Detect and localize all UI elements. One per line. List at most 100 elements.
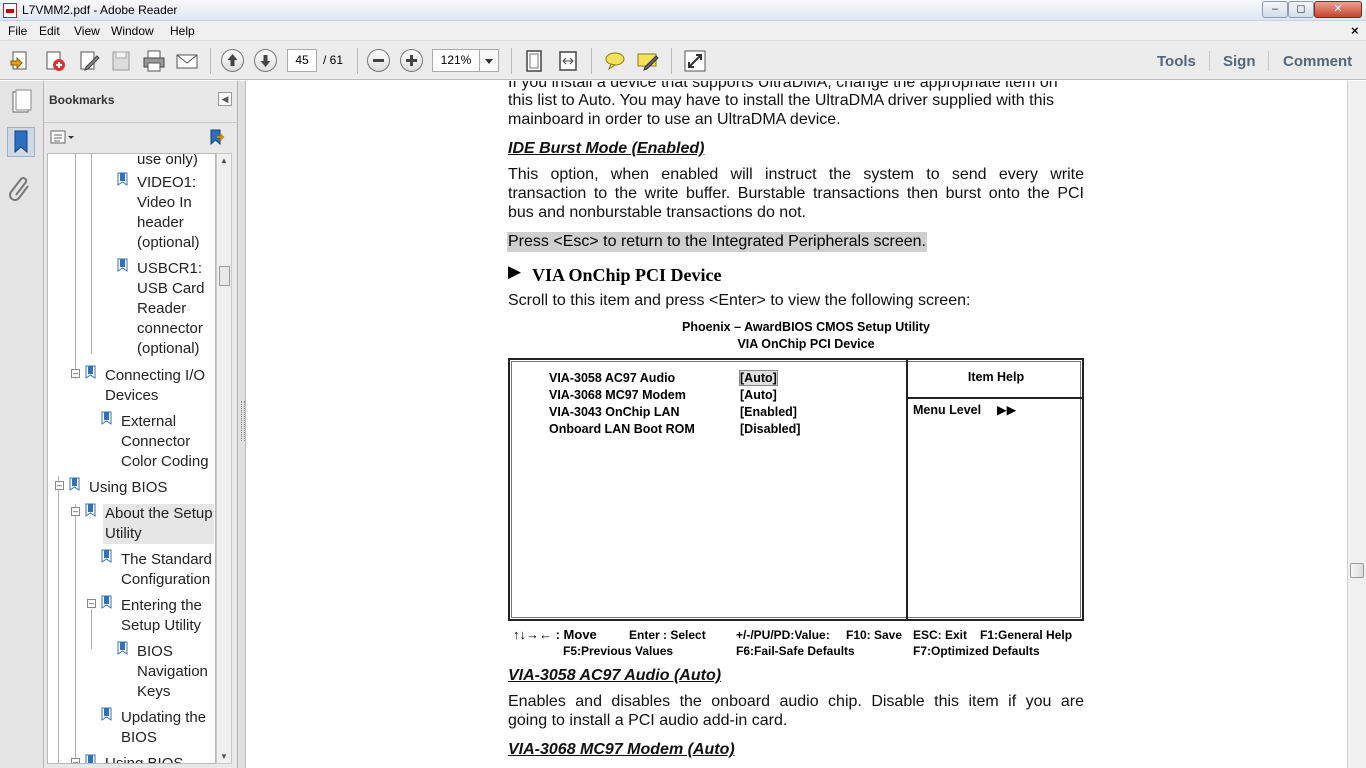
collapse-toggle[interactable]: – xyxy=(71,369,80,378)
zoom-level-input[interactable]: 121% xyxy=(432,49,480,72)
bios-row-label: Onboard LAN Boot ROM xyxy=(549,422,695,436)
heading-mc97-modem: VIA-3068 MC97 Modem (Auto) xyxy=(508,741,735,758)
menu-edit[interactable]: Edit xyxy=(39,24,60,38)
menu-help[interactable]: Help xyxy=(170,24,195,38)
bookmarks-scrollbar[interactable]: ▲ ▼ xyxy=(216,153,232,764)
email-icon[interactable] xyxy=(175,49,199,73)
attachments-paperclip-icon[interactable] xyxy=(7,173,35,203)
bookmarks-panel-button[interactable] xyxy=(7,127,35,157)
bookmark-item-selected[interactable]: About the Setup Utility xyxy=(103,504,214,544)
scroll-down-arrow-icon[interactable]: ▼ xyxy=(220,752,228,761)
scrollbar-thumb[interactable] xyxy=(1350,563,1364,578)
menu-window[interactable]: Window xyxy=(111,24,154,38)
sign-pane-link[interactable]: Sign xyxy=(1223,53,1256,70)
comment-bubble-icon[interactable] xyxy=(603,49,627,73)
document-scrollbar[interactable] xyxy=(1347,81,1366,768)
bookmark-item[interactable]: The Standard Configuration xyxy=(121,550,212,590)
bookmark-item[interactable]: Using BIOS xyxy=(105,754,183,763)
bios-key-f6: F6:Fail-Safe Defaults xyxy=(736,644,855,658)
bios-menu-level: Menu Level xyxy=(913,403,982,417)
bookmark-item[interactable]: VIDEO1: Video In header (optional) xyxy=(137,173,200,253)
bookmark-item[interactable]: Using BIOS xyxy=(89,478,167,498)
comment-pane-link[interactable]: Comment xyxy=(1283,53,1352,70)
toolbar-separator xyxy=(671,48,672,74)
tools-pane-link[interactable]: Tools xyxy=(1157,53,1196,70)
menu-file[interactable]: File xyxy=(8,24,27,38)
previous-page-button[interactable] xyxy=(221,49,244,72)
bookmark-options-icon[interactable] xyxy=(50,129,76,145)
bookmarks-panel-title: Bookmarks xyxy=(49,93,115,107)
minimize-button[interactable]: – xyxy=(1262,1,1288,18)
page-thumbnails-icon[interactable] xyxy=(7,87,35,117)
toolbar-separator xyxy=(357,48,358,74)
title-bar: L7VMM2.pdf - Adobe Reader – ◻ ✕ xyxy=(0,0,1366,21)
heading-ide-burst-mode: IDE Burst Mode (Enabled) xyxy=(508,140,705,157)
fit-page-icon[interactable] xyxy=(522,49,546,73)
bios-key-move: ↑↓→← : Move xyxy=(513,627,597,642)
edit-pdf-icon[interactable] xyxy=(77,49,101,73)
toolbar-separator xyxy=(591,48,592,74)
bookmark-item[interactable]: External Connector Color Coding xyxy=(121,412,209,472)
create-pdf-icon[interactable] xyxy=(43,49,67,73)
paragraph-line: This option, when enabled will instruct … xyxy=(508,166,1084,183)
zoom-dropdown-button[interactable] xyxy=(480,49,499,72)
paragraph-line: going to install a PCI audio add-in card… xyxy=(508,712,788,729)
highlighted-search-result[interactable]: Press <Esc> to return to the Integrated … xyxy=(507,232,927,252)
tree-line xyxy=(91,609,92,649)
close-document-icon[interactable]: × xyxy=(1351,23,1359,38)
paragraph-line: transaction to the write buffer. Burstab… xyxy=(508,185,1084,202)
bookmark-item[interactable]: BIOS Navigation Keys xyxy=(137,642,208,702)
bookmark-item[interactable]: USBCR1: USB Card Reader connector (optio… xyxy=(137,259,205,359)
heading-ac97-audio: VIA-3058 AC97 Audio (Auto) xyxy=(508,667,722,684)
collapse-panel-button[interactable]: ◀ xyxy=(218,92,232,106)
bookmark-tree[interactable]: use only) VIDEO1: Video In header (optio… xyxy=(47,153,216,764)
zoom-in-button[interactable] xyxy=(400,49,423,72)
highlight-text-icon[interactable] xyxy=(636,49,660,73)
paragraph-line: Scroll to this item and press <Enter> to… xyxy=(508,292,971,309)
bookmark-item[interactable]: Connecting I/O Devices xyxy=(105,366,205,406)
bios-row-value: [Enabled] xyxy=(740,405,797,419)
print-icon[interactable] xyxy=(142,49,166,73)
bookmark-page-icon xyxy=(117,641,128,655)
close-window-button[interactable]: ✕ xyxy=(1314,1,1362,18)
bookmark-page-icon xyxy=(101,549,112,563)
tree-line xyxy=(75,504,76,763)
bookmarks-panel: Bookmarks ◀ use only) VIDEO1: Video In h… xyxy=(44,81,238,768)
bookmark-item[interactable]: Entering the Setup Utility xyxy=(121,596,202,636)
bios-key-esc: ESC: Exit xyxy=(913,628,968,642)
menu-view[interactable]: View xyxy=(74,24,100,38)
scroll-up-arrow-icon[interactable]: ▲ xyxy=(220,156,228,165)
plus-icon xyxy=(406,55,417,66)
toolbar-separator xyxy=(210,48,211,74)
collapse-toggle[interactable]: – xyxy=(87,599,96,608)
zoom-out-button[interactable] xyxy=(367,49,390,72)
expand-bookmark-icon[interactable] xyxy=(206,128,226,146)
panel-splitter-handle[interactable] xyxy=(238,81,246,768)
toolbar-link-separator xyxy=(1209,51,1210,71)
navigation-strip xyxy=(0,81,44,768)
bookmark-page-icon xyxy=(117,258,128,272)
collapse-toggle[interactable]: – xyxy=(71,507,80,516)
arrow-up-icon xyxy=(227,54,238,66)
bookmark-page-icon xyxy=(117,172,128,186)
bios-help-divider xyxy=(908,397,1084,399)
bios-key-enter: Enter : Select xyxy=(629,628,706,642)
tree-line xyxy=(75,154,76,379)
adobe-reader-icon xyxy=(3,3,17,18)
maximize-button[interactable]: ◻ xyxy=(1288,1,1314,18)
document-view[interactable]: If you install a device that supports Ul… xyxy=(247,81,1347,768)
section-marker-icon: ▶ xyxy=(508,262,522,281)
page-number-input[interactable]: 45 xyxy=(287,49,317,72)
bookmark-page-icon xyxy=(101,411,112,425)
full-screen-icon[interactable] xyxy=(683,49,707,73)
collapse-toggle[interactable]: – xyxy=(55,481,64,490)
open-file-icon[interactable] xyxy=(9,49,33,73)
scrollbar-thumb[interactable] xyxy=(219,266,230,286)
bookmark-page-icon xyxy=(101,595,112,609)
save-icon[interactable] xyxy=(109,49,133,73)
bookmark-item[interactable]: use only) xyxy=(137,154,198,170)
bookmark-item[interactable]: Updating the BIOS xyxy=(121,708,206,748)
collapse-toggle[interactable]: – xyxy=(71,758,80,763)
next-page-button[interactable] xyxy=(254,49,277,72)
fit-width-icon[interactable] xyxy=(556,49,580,73)
